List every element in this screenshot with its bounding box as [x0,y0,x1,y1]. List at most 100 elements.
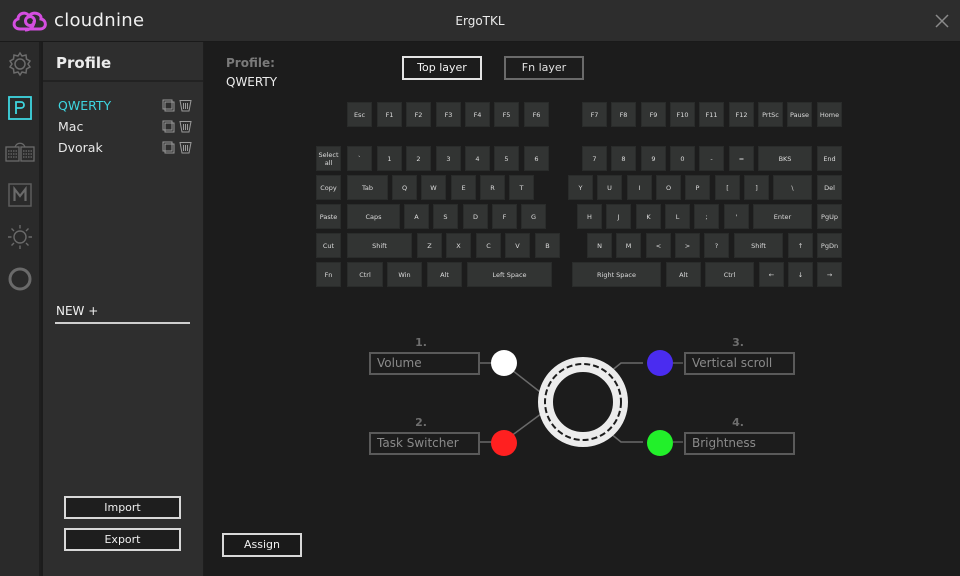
key-0[interactable]: 0 [670,146,695,171]
key-pgup[interactable]: PgUp [817,204,842,229]
key-m[interactable]: M [616,233,641,258]
new-profile-button[interactable]: NEW + [55,304,190,324]
profile-item-dvorak[interactable]: Dvorak [58,140,198,158]
sun-icon[interactable] [7,224,33,250]
key-ctrl[interactable]: Ctrl [347,262,383,287]
key-symbol[interactable]: \ [773,175,812,200]
key-f6[interactable]: F6 [524,102,549,127]
key-left-space[interactable]: Left Space [467,262,552,287]
key-6[interactable]: 6 [524,146,549,171]
trash-icon[interactable] [179,99,192,112]
key-f[interactable]: F [492,204,517,229]
key-b[interactable]: B [535,233,560,258]
duplicate-icon[interactable] [162,120,175,133]
key-c[interactable]: C [476,233,501,258]
key-s[interactable]: S [433,204,458,229]
assign-button[interactable]: Assign [222,533,302,557]
encoder-action-brightness[interactable]: Brightness [684,432,795,455]
key-enter[interactable]: Enter [753,204,812,229]
rotary-encoder-knob[interactable] [535,354,631,450]
tab-fn-layer[interactable]: Fn layer [504,56,584,80]
encoder-color-dot-white[interactable] [491,350,517,376]
key-2[interactable]: 2 [406,146,431,171]
key-symbol[interactable]: ` [347,146,372,171]
key-f8[interactable]: F8 [611,102,636,127]
key-caps[interactable]: Caps [347,204,400,229]
key-p[interactable]: P [685,175,710,200]
key-symbol[interactable]: ← [759,262,784,287]
macro-m-icon[interactable] [7,182,33,208]
key-esc[interactable]: Esc [347,102,372,127]
key-select-all[interactable]: Select all [316,146,341,171]
key-u[interactable]: U [597,175,622,200]
key-7[interactable]: 7 [582,146,607,171]
encoder-action-vertical-scroll[interactable]: Vertical scroll [684,352,795,375]
key-o[interactable]: O [656,175,681,200]
key-h[interactable]: H [577,204,602,229]
key-symbol[interactable]: ' [724,204,749,229]
key-f5[interactable]: F5 [494,102,519,127]
key-t[interactable]: T [509,175,534,200]
key-k[interactable]: K [636,204,661,229]
key-symbol[interactable]: ↑ [788,233,813,258]
key-5[interactable]: 5 [494,146,519,171]
key-shift[interactable]: Shift [734,233,783,258]
key-9[interactable]: 9 [641,146,666,171]
key-end[interactable]: End [817,146,842,171]
key-v[interactable]: V [505,233,530,258]
key-d[interactable]: D [463,204,488,229]
key-f2[interactable]: F2 [406,102,431,127]
close-icon[interactable] [934,13,950,29]
duplicate-icon[interactable] [162,141,175,154]
import-button[interactable]: Import [64,496,181,519]
encoder-action-volume[interactable]: Volume [369,352,480,375]
ring-icon[interactable] [7,266,33,292]
tab-top-layer[interactable]: Top layer [402,56,482,80]
key-home[interactable]: Home [817,102,842,127]
encoder-color-dot-green[interactable] [647,430,673,456]
key-l[interactable]: L [665,204,690,229]
key-f1[interactable]: F1 [377,102,402,127]
key-f4[interactable]: F4 [465,102,490,127]
key-f12[interactable]: F12 [729,102,754,127]
key-j[interactable]: J [606,204,631,229]
encoder-action-task-switcher[interactable]: Task Switcher [369,432,480,455]
key-symbol[interactable]: ↓ [788,262,813,287]
key-ctrl[interactable]: Ctrl [705,262,754,287]
key-y[interactable]: Y [568,175,593,200]
key-symbol[interactable]: ] [744,175,769,200]
key-3[interactable]: 3 [436,146,461,171]
key-f3[interactable]: F3 [436,102,461,127]
key-a[interactable]: A [404,204,429,229]
key-w[interactable]: W [421,175,446,200]
trash-icon[interactable] [179,120,192,133]
key-8[interactable]: 8 [611,146,636,171]
key-fn[interactable]: Fn [316,262,341,287]
export-button[interactable]: Export [64,528,181,551]
key-pause[interactable]: Pause [787,102,812,127]
encoder-color-dot-blue[interactable] [647,350,673,376]
key-symbol[interactable]: ? [704,233,729,258]
key-shift[interactable]: Shift [347,233,412,258]
key-symbol[interactable]: > [675,233,700,258]
key-r[interactable]: R [480,175,505,200]
key-prtsc[interactable]: PrtSc [758,102,783,127]
key-symbol[interactable]: → [817,262,842,287]
key-copy[interactable]: Copy [316,175,341,200]
key-symbol[interactable]: [ [715,175,740,200]
profile-item-qwerty[interactable]: QWERTY [58,98,198,116]
trash-icon[interactable] [179,141,192,154]
key-x[interactable]: X [446,233,471,258]
profile-item-mac[interactable]: Mac [58,119,198,137]
key-z[interactable]: Z [417,233,442,258]
gear-icon[interactable] [7,51,33,77]
key-g[interactable]: G [521,204,546,229]
key-pgdn[interactable]: PgDn [817,233,842,258]
key-4[interactable]: 4 [465,146,490,171]
key-tab[interactable]: Tab [347,175,388,200]
key-1[interactable]: 1 [377,146,402,171]
key-symbol[interactable]: < [646,233,671,258]
key-symbol[interactable]: ; [694,204,719,229]
key-del[interactable]: Del [817,175,842,200]
key-alt[interactable]: Alt [666,262,701,287]
